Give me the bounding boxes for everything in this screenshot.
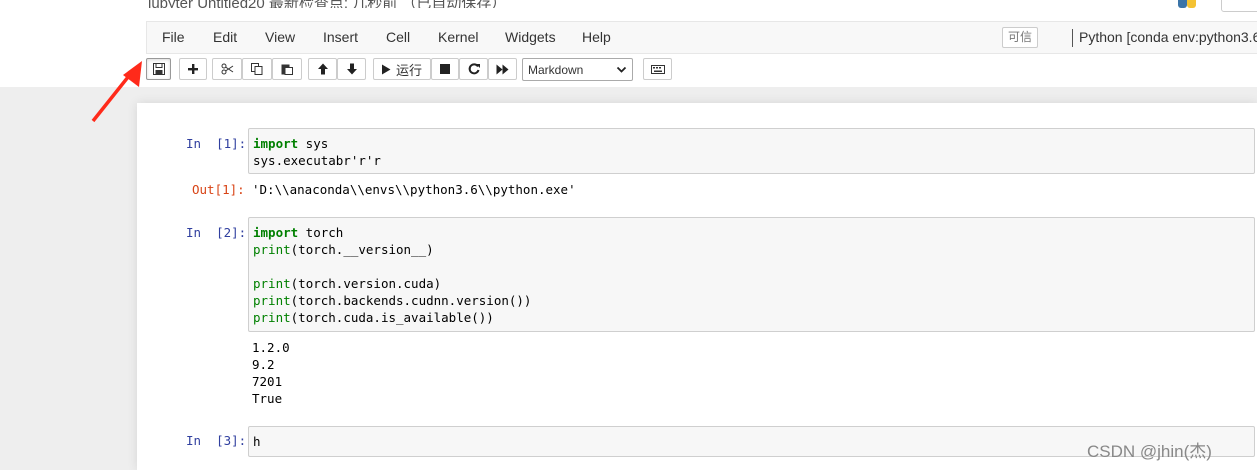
toolbar: 运行 Markdown [146,58,1257,84]
cut-icon [221,63,233,75]
cell-output: 'D:\\anaconda\\envs\\python3.6\\python.e… [252,182,576,197]
code-cell-input[interactable]: import torch print(torch.__version__) pr… [248,217,1255,332]
trusted-indicator[interactable]: 可信 [1002,27,1038,48]
code-cell-input[interactable]: import sys sys.executabr'r'r [248,128,1255,174]
restart-run-all-button[interactable] [488,58,517,80]
menu-bar: File Edit View Insert Cell Kernel Widget… [146,21,1257,54]
watermark: CSDN @jhin(杰) [1087,442,1212,461]
code-line: print(torch.cuda.is_available()) [253,310,494,325]
copy-icon [251,63,263,75]
arrow-down-icon [346,63,357,75]
menu-help[interactable]: Help [582,29,611,45]
insert-cell-button[interactable] [179,58,207,80]
notebook-container: In [1]: import sys sys.executabr'r'r Out… [137,103,1257,470]
run-label: 运行 [396,62,423,78]
menu-kernel[interactable]: Kernel [438,29,478,45]
move-down-button[interactable] [337,58,366,80]
restart-icon [468,63,480,75]
cell-output: 1.2.0 [252,340,290,355]
code-line: print(torch.version.cuda) [253,276,442,291]
save-icon [152,63,165,75]
run-icon [382,64,391,74]
notebook-header: jupyter Untitled20 最新检查点: 几秒前 （已自动保存） Fi… [0,0,1257,87]
kernel-indicator: Python [conda env:python3.6] * [1079,29,1257,45]
kernel-separator [1072,29,1073,47]
cell-output: 7201 [252,374,283,389]
menu-widgets[interactable]: Widgets [505,29,556,45]
logout-button[interactable] [1221,0,1257,12]
stop-icon [440,64,450,74]
plus-icon [188,64,198,74]
move-up-button[interactable] [308,58,337,80]
paste-button[interactable] [272,58,302,80]
code-line: sys.executabr'r'r [253,153,381,168]
menu-insert[interactable]: Insert [323,29,358,45]
command-palette-button[interactable] [643,58,672,80]
menu-view[interactable]: View [265,29,295,45]
code-line: import sys [253,136,329,151]
chevron-down-icon [616,66,627,73]
cell-output: 9.2 [252,357,275,372]
notebook-title[interactable]: jupyter Untitled20 最新检查点: 几秒前 （已自动保存） [148,0,506,8]
keyboard-icon [650,64,665,74]
output-prompt: Out[1]: [192,182,245,197]
input-prompt: In [2]: [186,225,247,240]
fast-forward-icon [496,64,509,74]
cell-type-select[interactable]: Markdown [522,58,633,81]
menu-cell[interactable]: Cell [386,29,410,45]
restart-button[interactable] [459,58,488,80]
code-line: import torch [253,225,344,240]
cut-button[interactable] [212,58,242,80]
menu-edit[interactable]: Edit [213,29,237,45]
input-prompt: In [1]: [186,136,247,151]
cell-output: True [252,391,283,406]
interrupt-button[interactable] [431,58,459,80]
input-prompt: In [3]: [186,433,247,448]
code-line: print(torch.backends.cudnn.version()) [253,293,532,308]
menu-file[interactable]: File [162,29,185,45]
arrow-up-icon [317,63,328,75]
paste-icon [281,64,293,75]
cell-type-value: Markdown [528,63,584,77]
code-line: print(torch.__version__) [253,242,434,257]
run-button[interactable]: 运行 [373,58,431,80]
copy-button[interactable] [242,58,272,80]
python-logo-icon [1178,0,1196,8]
